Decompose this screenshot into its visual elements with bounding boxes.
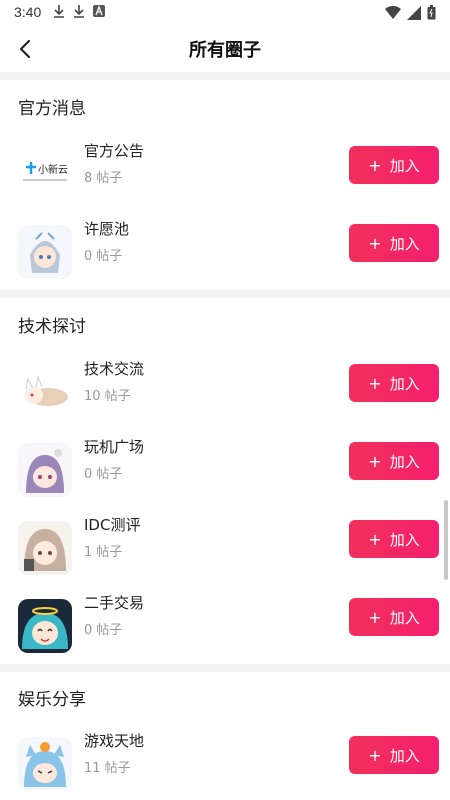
- app-notification-icon: [93, 5, 105, 17]
- anime-character-avatar-icon: [18, 225, 72, 279]
- circle-row[interactable]: 技术交流 10 帖子 + 加入: [0, 352, 450, 430]
- plus-icon: +: [368, 233, 382, 253]
- logo-avatar-icon: 小新云: [18, 147, 72, 201]
- status-bar: 3:40: [0, 0, 450, 26]
- download-icon: [74, 5, 84, 18]
- circle-name: 游戏天地: [84, 732, 145, 750]
- circle-row[interactable]: 二手交易 0 帖子 + 加入: [0, 586, 450, 664]
- post-count: 8 帖子: [84, 171, 123, 186]
- circle-avatar: [18, 365, 72, 419]
- circle-name: 二手交易: [84, 594, 145, 612]
- join-button[interactable]: + 加入: [349, 364, 439, 402]
- circle-row[interactable]: 小新云 官方公告 8 帖子 + 加入: [0, 134, 450, 212]
- join-button[interactable]: + 加入: [349, 224, 439, 262]
- join-button[interactable]: + 加入: [349, 442, 439, 480]
- join-button[interactable]: + 加入: [349, 598, 439, 636]
- circle-row[interactable]: IDC测评 1 帖子 + 加入: [0, 508, 450, 586]
- section-title-tech: 技术探讨: [18, 317, 86, 337]
- anime-character-avatar-icon: [18, 737, 72, 791]
- circle-name: 技术交流: [84, 360, 145, 378]
- join-label: 加入: [389, 156, 420, 175]
- circle-avatar: [18, 737, 72, 791]
- circle-avatar: [18, 599, 72, 653]
- circle-row[interactable]: 玩机广场 0 帖子 + 加入: [0, 430, 450, 508]
- plus-icon: +: [368, 745, 382, 765]
- section-divider: [0, 72, 450, 80]
- join-label: 加入: [389, 234, 420, 253]
- circle-row[interactable]: 许愿池 0 帖子 + 加入: [0, 212, 450, 290]
- plus-icon: +: [368, 607, 382, 627]
- plus-icon: +: [368, 451, 382, 471]
- post-count: 1 帖子: [84, 545, 123, 560]
- post-count: 0 帖子: [84, 249, 123, 264]
- join-button[interactable]: + 加入: [349, 736, 439, 774]
- circle-avatar: [18, 225, 72, 279]
- anime-character-avatar-icon: [18, 443, 72, 497]
- section-divider: [0, 290, 450, 298]
- circle-avatar: [18, 443, 72, 497]
- post-count: 10 帖子: [84, 389, 131, 404]
- status-time: 3:40: [14, 4, 42, 20]
- anime-character-avatar-icon: [18, 365, 72, 419]
- circle-name: 官方公告: [84, 142, 145, 160]
- join-label: 加入: [389, 530, 420, 549]
- circle-avatar: 小新云: [18, 147, 72, 201]
- svg-text:小新云: 小新云: [38, 163, 68, 176]
- join-label: 加入: [389, 608, 420, 627]
- circle-name: 玩机广场: [84, 438, 145, 456]
- post-count: 0 帖子: [84, 467, 123, 482]
- status-left-icons: [52, 4, 106, 18]
- scrollbar[interactable]: [444, 500, 448, 580]
- wifi-icon: [385, 5, 401, 19]
- circle-avatar: [18, 521, 72, 575]
- anime-character-avatar-icon: [18, 521, 72, 575]
- anime-character-avatar-icon: [18, 599, 72, 653]
- circle-row[interactable]: 游戏天地 11 帖子 + 加入: [0, 724, 450, 800]
- plus-icon: +: [368, 373, 382, 393]
- section-divider: [0, 664, 450, 672]
- join-button[interactable]: + 加入: [349, 520, 439, 558]
- join-button[interactable]: + 加入: [349, 146, 439, 184]
- signal-icon: [407, 5, 421, 20]
- circle-name: 许愿池: [84, 220, 130, 238]
- join-label: 加入: [389, 746, 420, 765]
- page-title: 所有圈子: [189, 40, 261, 61]
- plus-icon: +: [368, 155, 382, 175]
- plus-icon: +: [368, 529, 382, 549]
- join-label: 加入: [389, 452, 420, 471]
- status-right-icons: [385, 5, 436, 20]
- post-count: 0 帖子: [84, 623, 123, 638]
- download-icon: [54, 5, 64, 18]
- section-title-entertainment: 娱乐分享: [18, 690, 86, 710]
- circle-name: IDC测评: [84, 516, 141, 534]
- post-count: 11 帖子: [84, 761, 131, 776]
- battery-icon: [427, 5, 436, 20]
- join-label: 加入: [389, 374, 420, 393]
- section-title-official: 官方消息: [18, 99, 86, 119]
- app-header: 所有圈子: [0, 26, 450, 72]
